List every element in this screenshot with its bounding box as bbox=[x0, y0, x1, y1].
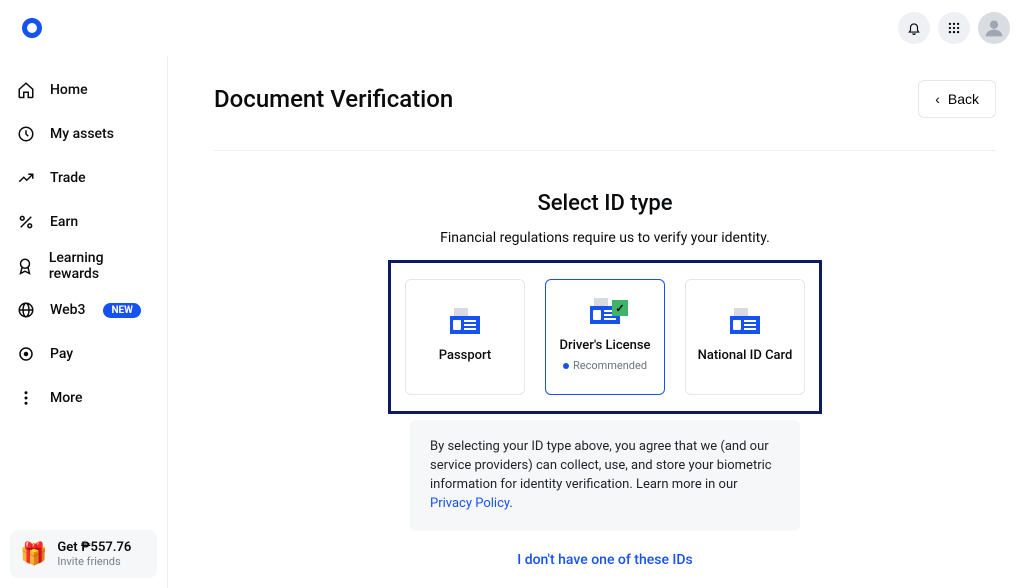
gift-icon: 🎁 bbox=[20, 542, 47, 567]
coinbase-logo-icon[interactable] bbox=[22, 18, 42, 38]
sidebar-item-home[interactable]: Home bbox=[10, 68, 157, 112]
sidebar-item-label: Pay bbox=[50, 346, 73, 362]
select-id-subtitle: Financial regulations require us to veri… bbox=[214, 230, 996, 246]
no-id-link[interactable]: I don't have one of these IDs bbox=[517, 552, 692, 568]
sidebar-item-earn[interactable]: Earn bbox=[10, 200, 157, 244]
badge-icon bbox=[16, 257, 35, 275]
select-id-section: Select ID type Financial regulations req… bbox=[214, 191, 996, 568]
id-option-label: Passport bbox=[439, 348, 492, 363]
recommended-badge: Recommended bbox=[563, 359, 647, 372]
invite-subtitle: Invite friends bbox=[57, 555, 131, 568]
sidebar-item-pay[interactable]: Pay bbox=[10, 332, 157, 376]
id-option-label: Driver's License bbox=[560, 338, 651, 353]
notifications-button[interactable] bbox=[898, 12, 930, 44]
back-button-label: Back bbox=[948, 91, 979, 107]
main-content: Document Verification ‹ Back Select ID t… bbox=[168, 56, 1024, 588]
page-title: Document Verification bbox=[214, 85, 453, 113]
sidebar-item-label: Trade bbox=[50, 170, 86, 186]
chevron-left-icon: ‹ bbox=[935, 91, 940, 107]
clock-icon bbox=[16, 125, 36, 143]
id-card-icon bbox=[730, 312, 760, 334]
sidebar-item-label: Learning rewards bbox=[49, 250, 151, 282]
sidebar-item-learning-rewards[interactable]: Learning rewards bbox=[10, 244, 157, 288]
topbar-actions bbox=[898, 12, 1010, 44]
sidebar-item-label: Home bbox=[50, 82, 88, 98]
sidebar-item-label: Earn bbox=[50, 214, 78, 230]
page-header: Document Verification ‹ Back bbox=[214, 80, 996, 151]
id-option-label: National ID Card bbox=[698, 348, 793, 363]
top-bar bbox=[0, 0, 1024, 56]
sidebar-item-web3[interactable]: Web3 NEW bbox=[10, 288, 157, 332]
id-option-passport[interactable]: Passport bbox=[405, 279, 525, 395]
select-id-title: Select ID type bbox=[214, 191, 996, 216]
invite-title: Get ₱557.76 bbox=[57, 540, 131, 555]
sidebar-item-my-assets[interactable]: My assets bbox=[10, 112, 157, 156]
id-card-icon bbox=[450, 312, 480, 334]
check-icon: ✓ bbox=[612, 300, 628, 316]
privacy-policy-link[interactable]: Privacy Policy bbox=[430, 496, 509, 511]
trend-up-icon bbox=[16, 169, 36, 187]
new-badge: NEW bbox=[103, 303, 140, 318]
sidebar-item-label: More bbox=[50, 390, 83, 406]
sidebar: Home My assets Trade Earn Learning rewar… bbox=[0, 56, 168, 588]
id-option-national-id[interactable]: National ID Card bbox=[685, 279, 805, 395]
biometric-disclaimer: By selecting your ID type above, you agr… bbox=[410, 420, 800, 531]
circle-dot-icon bbox=[16, 345, 36, 363]
invite-friends-card[interactable]: 🎁 Get ₱557.76 Invite friends bbox=[10, 530, 157, 578]
sidebar-item-label: Web3 bbox=[50, 302, 85, 318]
sidebar-item-label: My assets bbox=[50, 126, 114, 142]
id-options-group: Passport ✓ Driver's License Recommended … bbox=[388, 260, 822, 414]
disclaimer-text-pre: By selecting your ID type above, you agr… bbox=[430, 439, 772, 492]
id-card-icon: ✓ bbox=[590, 302, 620, 324]
apps-grid-button[interactable] bbox=[938, 12, 970, 44]
disclaimer-text-post: . bbox=[509, 496, 512, 511]
percent-icon bbox=[16, 213, 36, 231]
globe-icon bbox=[16, 301, 36, 319]
sidebar-item-trade[interactable]: Trade bbox=[10, 156, 157, 200]
user-avatar[interactable] bbox=[978, 12, 1010, 44]
home-icon bbox=[16, 81, 36, 99]
sidebar-item-more[interactable]: More bbox=[10, 376, 157, 420]
id-option-drivers-license[interactable]: ✓ Driver's License Recommended bbox=[545, 279, 665, 395]
more-vertical-icon bbox=[16, 389, 36, 407]
back-button[interactable]: ‹ Back bbox=[918, 80, 996, 118]
